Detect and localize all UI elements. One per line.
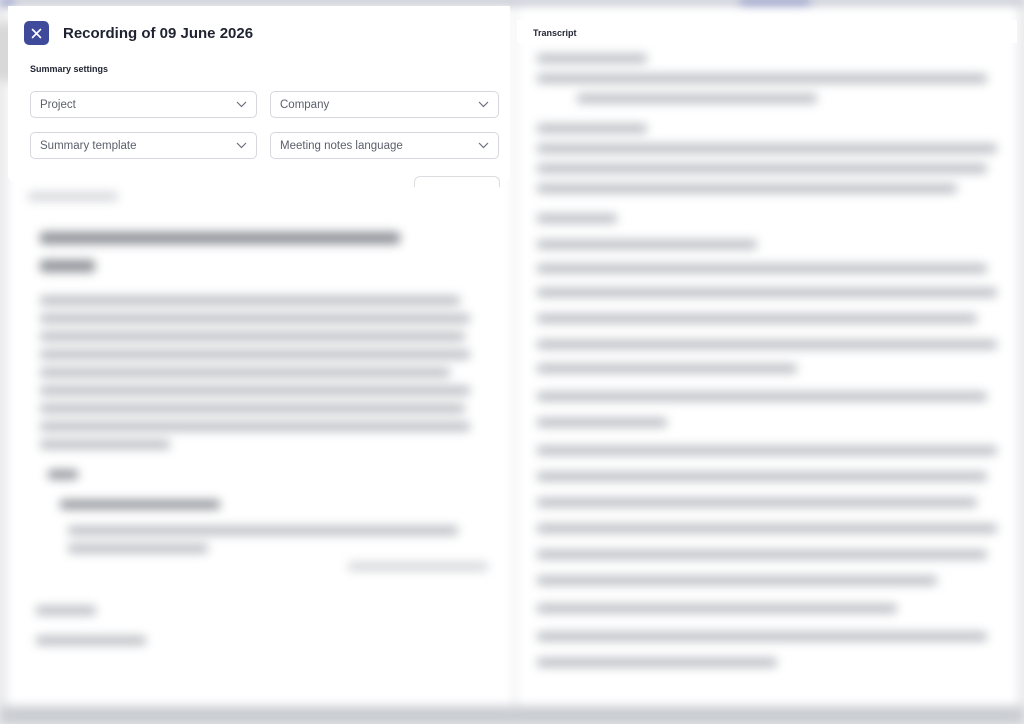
background-bottom-bar [0,706,1024,724]
project-select-placeholder: Project [40,98,76,111]
background-transcript-panel [517,4,1017,716]
meeting-notes-language-select[interactable]: Meeting notes language [270,132,499,159]
meeting-notes-language-select-placeholder: Meeting notes language [280,139,403,152]
project-select[interactable]: Project [30,91,257,118]
transcript-header: Transcript [517,20,1017,43]
chevron-down-icon [236,101,247,108]
chevron-down-icon [236,142,247,149]
modal-title: Recording of 09 June 2026 [63,25,254,42]
summary-template-select-placeholder: Summary template [40,139,137,152]
summary-settings-modal: Recording of 09 June 2026 Summary settin… [8,6,510,187]
close-icon [31,28,42,38]
company-select[interactable]: Company [270,91,499,118]
chevron-down-icon [478,101,489,108]
summary-settings-label: Summary settings [30,64,109,74]
partially-hidden-button[interactable] [414,176,500,187]
chevron-down-icon [478,142,489,149]
transcript-label: Transcript [533,28,577,38]
close-button[interactable] [24,21,49,45]
summary-template-select[interactable]: Summary template [30,132,257,159]
company-select-placeholder: Company [280,98,330,111]
